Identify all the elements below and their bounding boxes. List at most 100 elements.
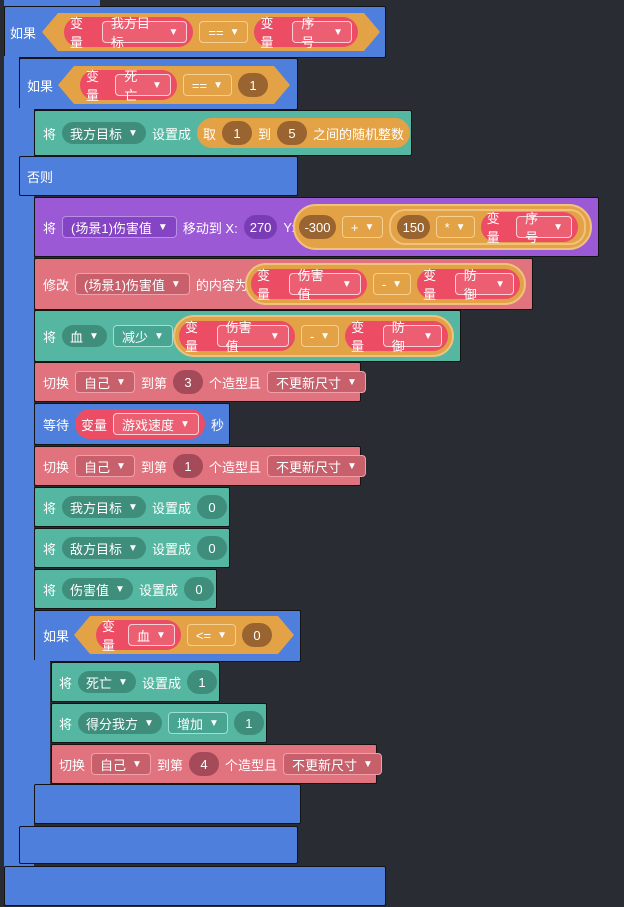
multiply-reporter[interactable]: 150 * ▼ 变量 序号 ▼ [389,209,586,245]
value-input[interactable]: 0 [183,577,214,601]
set-to-label: 设置成 [151,126,191,142]
right-variable-reporter[interactable]: 变量 序号 ▼ [254,17,358,47]
modify-expression[interactable]: 变量 伤害值 ▼ - ▼ 变量 防御 ▼ [245,263,526,305]
variable-reporter[interactable]: 变量 伤害值 ▼ [179,320,295,354]
dropdown-arrow-icon: ▼ [392,278,403,290]
variable-dropdown[interactable]: 序号 ▼ [516,211,572,245]
operator-dropdown[interactable]: == ▼ [183,74,232,96]
dropdown-arrow-icon: ▼ [362,758,373,770]
target-dropdown[interactable]: 自己 ▼ [75,371,135,393]
variable-dropdown[interactable]: 伤害值 ▼ [62,578,133,600]
target-dropdown[interactable]: 自己 ▼ [75,455,135,477]
variable-reporter[interactable]: 变量 防御 ▼ [417,268,520,302]
value-input[interactable]: 0 [242,623,272,647]
action-dropdown[interactable]: 减少 ▼ [112,325,173,347]
neg-value-input[interactable]: -300 [299,215,336,239]
value-input[interactable]: 0 [196,536,227,560]
inner-if-footer [19,826,298,864]
variable-dropdown[interactable]: 我方目标 ▼ [102,21,188,43]
to-nth-label: 到第 [140,375,167,391]
switch-label: 切换 [43,459,70,475]
set-label: 将 [43,500,57,516]
variable-dropdown[interactable]: 伤害值 ▼ [216,320,289,354]
action-dropdown[interactable]: 增加 ▼ [167,712,228,734]
variable-dropdown[interactable]: 死亡 ▼ [115,74,171,96]
modify-label: 修改 [43,277,70,293]
dropdown-arrow-icon: ▼ [320,330,331,342]
variable-dropdown[interactable]: 敌方目标 ▼ [62,537,146,559]
inner-if-condition[interactable]: 变量 死亡 ▼ == ▼ 1 [58,66,290,104]
left-variable-reporter[interactable]: 变量 我方目标 ▼ [64,17,193,47]
variable-dropdown[interactable]: 防御 ▼ [382,320,442,354]
dropdown-arrow-icon: ▼ [217,629,227,641]
mult-value-input[interactable]: 150 [397,215,430,239]
dropdown-arrow-icon: ▼ [333,26,343,38]
resize-mode-dropdown[interactable]: 不更新尺寸 ▼ [282,753,382,775]
set-label: 将 [43,582,57,598]
value-input[interactable]: 0 [196,495,227,519]
dropdown-arrow-icon: ▼ [132,758,142,770]
sprite-dropdown[interactable]: (场景1)伤害值 ▼ [75,273,190,295]
variable-label: 变量 [351,320,365,354]
target-dropdown[interactable]: 自己 ▼ [91,753,151,775]
variable-dropdown[interactable]: 血 ▼ [128,624,175,646]
variable-label: 变量 [70,16,84,50]
y-expression[interactable]: -300 + ▼ 150 * ▼ 变量 序号 ▼ [293,204,592,250]
plus-operator-dropdown[interactable]: + ▼ [341,216,384,238]
variable-reporter[interactable]: 变量 死亡 ▼ [80,70,177,100]
dropdown-arrow-icon: ▼ [115,583,125,595]
nested-if-condition[interactable]: 变量 血 ▼ <= ▼ 0 [74,616,294,654]
dropdown-arrow-icon: ▼ [128,127,138,139]
variable-dropdown[interactable]: 我方目标 ▼ [62,496,146,518]
seconds-label: 秒 [210,417,224,433]
value-input[interactable]: 1 [186,670,217,694]
outer-if-condition[interactable]: 变量 我方目标 ▼ == ▼ 变量 序号 ▼ [42,13,380,51]
hp-expression[interactable]: 变量 伤害值 ▼ - ▼ 变量 防御 ▼ [173,315,454,357]
value-input[interactable]: 1 [238,73,268,97]
variable-dropdown[interactable]: 伤害值 ▼ [288,268,361,302]
variable-dropdown[interactable]: 游戏速度 ▼ [113,413,199,435]
costume-and-label: 个造型且 [208,375,261,391]
dropdown-arrow-icon: ▼ [208,717,219,729]
variable-dropdown[interactable]: 得分我方 ▼ [78,712,162,734]
dropdown-arrow-icon: ▼ [229,26,240,38]
wait-label: 等待 [43,417,70,433]
variable-dropdown[interactable]: 序号 ▼ [292,21,352,43]
if-label: 如果 [27,78,54,94]
costume-number-input[interactable]: 4 [188,752,219,776]
operator-dropdown[interactable]: == ▼ [199,21,248,43]
dropdown-arrow-icon: ▼ [118,676,128,688]
variable-reporter[interactable]: 变量 血 ▼ [96,620,181,650]
variable-reporter[interactable]: 变量 伤害值 ▼ [251,268,367,302]
variable-dropdown[interactable]: 血 ▼ [62,325,107,347]
value-input[interactable]: 1 [233,711,264,735]
dropdown-arrow-icon: ▼ [128,542,138,554]
dropdown-arrow-icon: ▼ [269,330,280,342]
costume-number-input[interactable]: 3 [172,370,203,394]
random-from-input[interactable]: 1 [221,121,252,145]
variable-reporter[interactable]: 变量 序号 ▼ [480,211,578,245]
times-operator-dropdown[interactable]: * ▼ [435,216,475,238]
sprite-dropdown[interactable]: (场景1)伤害值 ▼ [62,216,177,238]
variable-reporter[interactable]: 变量 防御 ▼ [345,320,448,354]
minus-operator-dropdown[interactable]: - ▼ [372,273,412,295]
set-label: 将 [59,716,73,732]
x-input[interactable]: 270 [243,215,278,239]
random-reporter[interactable]: 取 1 到 5 之间的随机整数 [196,118,410,148]
variable-dropdown[interactable]: 死亡 ▼ [78,671,136,693]
dropdown-arrow-icon: ▼ [423,330,433,342]
to-nth-label: 到第 [156,757,183,773]
variable-reporter[interactable]: 变量 游戏速度 ▼ [75,409,205,439]
variable-dropdown[interactable]: 我方目标 ▼ [62,122,146,144]
nested-if-footer [34,784,301,824]
resize-mode-dropdown[interactable]: 不更新尺寸 ▼ [266,371,366,393]
variable-dropdown[interactable]: 防御 ▼ [454,268,514,302]
random-suffix-label: 之间的随机整数 [312,126,404,142]
minus-operator-dropdown[interactable]: - ▼ [300,325,340,347]
set-to-label: 设置成 [151,500,191,516]
costume-number-input[interactable]: 1 [172,454,203,478]
operator-dropdown[interactable]: <= ▼ [187,624,236,646]
resize-mode-dropdown[interactable]: 不更新尺寸 ▼ [266,455,366,477]
else-block[interactable] [19,156,298,196]
random-to-input[interactable]: 5 [276,121,307,145]
